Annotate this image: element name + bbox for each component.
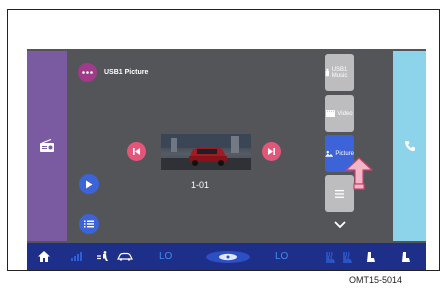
home-icon (38, 251, 50, 262)
hand-pointer-icon (345, 157, 373, 190)
usb-icon (325, 68, 330, 77)
picture-icon (325, 150, 334, 157)
skip-next-icon (268, 148, 275, 155)
climate-center-button[interactable] (205, 250, 251, 264)
seat-ventilation-left-button[interactable] (366, 251, 376, 263)
left-temperature[interactable]: LO (159, 251, 172, 262)
infotainment-screen: USB1 Picture 1-01 USB1 Music Video Pictu… (27, 49, 426, 270)
seat-heat-icon (326, 251, 336, 263)
seat-icon (402, 251, 410, 262)
source-button-video[interactable]: Video (325, 95, 354, 132)
right-temperature[interactable]: LO (275, 251, 288, 262)
more-icon (82, 71, 93, 74)
climate-bar: LO LO (27, 243, 426, 270)
list-icon (84, 220, 94, 228)
seat-heat-icon (343, 251, 353, 263)
seat-heater-left-button[interactable] (324, 251, 336, 263)
home-button[interactable] (38, 251, 50, 262)
airflow-seat-icon (97, 251, 108, 261)
recirculation-button[interactable] (117, 252, 133, 261)
play-icon (86, 180, 93, 188)
seat-ventilation-right-button[interactable] (401, 251, 411, 263)
fan-level-icon (71, 252, 82, 261)
phone-side-button[interactable] (393, 51, 426, 241)
phone-icon (404, 141, 415, 152)
source-label: USB1 Picture (104, 69, 149, 76)
seat-icon (367, 251, 375, 262)
film-icon (326, 110, 336, 117)
picture-thumbnail[interactable] (161, 134, 251, 170)
source-button-usb-music[interactable]: USB1 Music (325, 54, 354, 91)
seat-airflow-button[interactable] (97, 251, 109, 262)
source-header: USB1 Picture (78, 63, 148, 82)
next-button[interactable] (262, 142, 281, 161)
fan-speed-control[interactable] (71, 252, 83, 261)
play-button[interactable] (79, 174, 99, 194)
source-button-label: USB1 Music (331, 66, 348, 79)
radio-side-button[interactable] (27, 51, 67, 241)
fan-icon (206, 250, 250, 263)
source-button-label: Picture (335, 150, 354, 157)
car-photo (161, 134, 251, 170)
picture-counter: 1-01 (191, 180, 210, 190)
radio-icon (40, 139, 54, 152)
more-button[interactable] (78, 63, 97, 82)
source-button-label: Video (337, 110, 353, 117)
chevron-down-icon (333, 221, 346, 228)
car-recirculation-icon (117, 252, 133, 261)
previous-button[interactable] (127, 142, 146, 161)
more-sources-button[interactable] (325, 212, 354, 237)
list-button[interactable] (79, 214, 99, 234)
seat-heater-right-button[interactable] (341, 251, 353, 263)
skip-previous-icon (133, 148, 140, 155)
figure-caption: OMT15-5014 (349, 275, 403, 285)
